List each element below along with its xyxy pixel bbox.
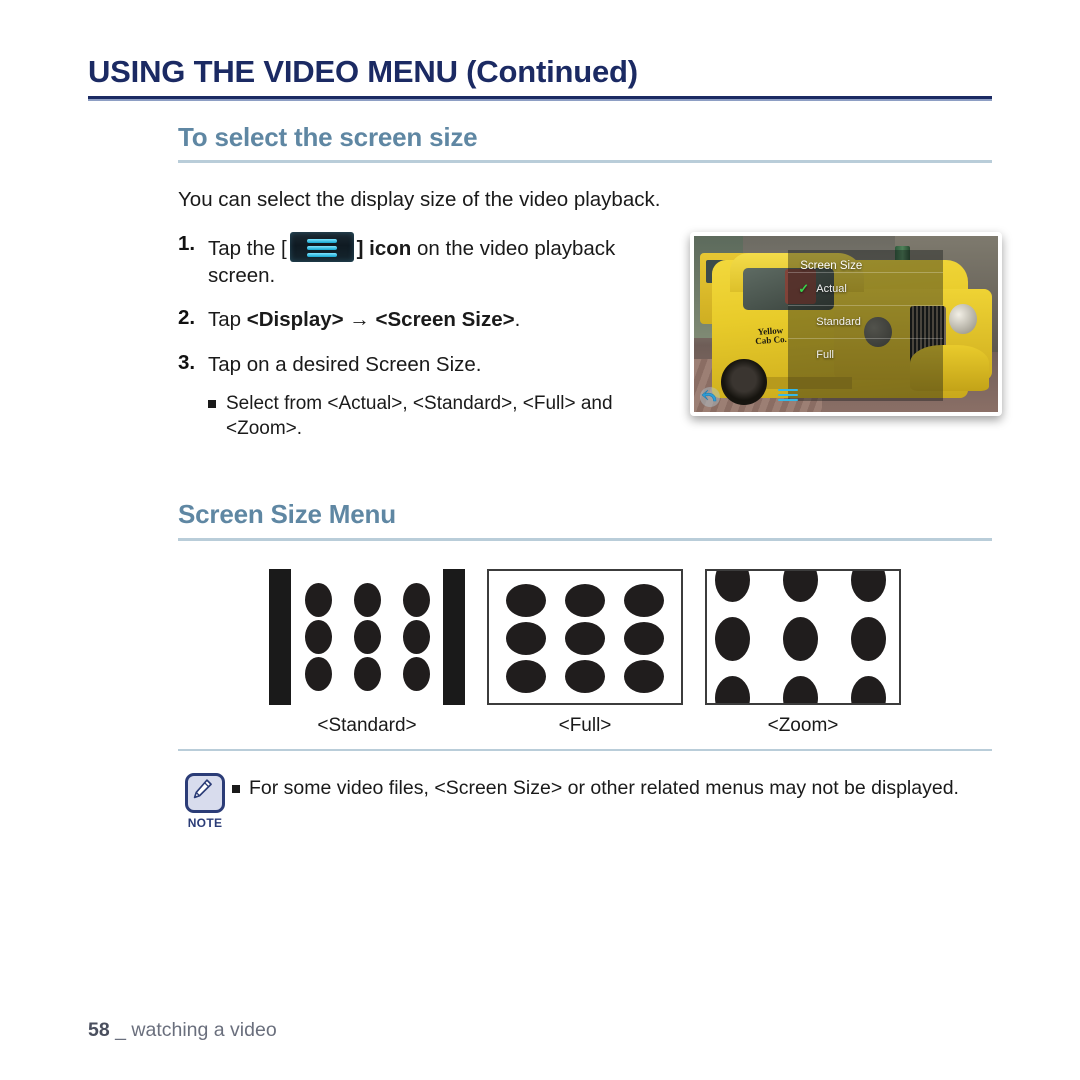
screen-size-menu-rule [178, 537, 992, 541]
section-rule [178, 160, 992, 164]
section-heading-block: To select the screen size [178, 122, 992, 164]
diagram-zoom-frame [705, 568, 901, 705]
overlay-item-actual[interactable]: ✓ Actual [788, 271, 944, 305]
screen-size-menu-overlay[interactable]: Screen Size ✓ Actual Standard Full [788, 249, 944, 402]
menu-lines-icon [289, 231, 354, 262]
step-2-period: . [514, 308, 521, 332]
step-3-text: Tap on a desired Screen Size. [208, 352, 482, 376]
arrow-icon: → [349, 308, 370, 332]
overlay-item-full-label: Full [816, 348, 834, 361]
photo-taxi-wheel [721, 359, 767, 405]
step-1-text: Tap the [] icon on the video playback sc… [208, 231, 668, 290]
content-column: To select the screen size You can select… [178, 122, 1002, 830]
overlay-item-full[interactable]: Full [788, 337, 944, 371]
note-icon-group: NOTE [178, 771, 232, 830]
step-3-number: 3. [178, 350, 196, 374]
diagram-standard: <Standard> [269, 568, 465, 737]
step-3: 3. Tap on a desired Screen Size. [178, 351, 668, 378]
page-footer: 58 _ watching a video [88, 1019, 277, 1042]
page-title: USING THE VIDEO MENU (Continued) [88, 54, 638, 89]
step-1-text-before: Tap the [ [208, 236, 287, 260]
diagram-zoom: <Zoom> [705, 568, 901, 737]
note-label: NOTE [187, 815, 223, 830]
step-3-sub-bullet: Select from <Actual>, <Standard>, <Full>… [208, 391, 668, 442]
overlay-item-actual-label: Actual [816, 282, 847, 295]
note-block: NOTE For some video files, <Screen Size>… [178, 771, 992, 830]
overlay-title: Screen Size [800, 259, 863, 272]
chapter-header: USING THE VIDEO MENU (Continued) [88, 54, 992, 102]
menu-lines-icon[interactable] [778, 388, 798, 404]
title-rule-secondary [88, 99, 992, 102]
bullet-square-icon [232, 784, 240, 793]
diagram-zoom-label: <Zoom> [767, 714, 839, 736]
diagram-full-frame [487, 568, 683, 705]
note-body: For some video files, <Screen Size> or o… [232, 771, 959, 802]
step-2-number: 2. [178, 306, 196, 330]
step-1-text-after: ] icon [356, 236, 412, 260]
step-1: 1. Tap the [] icon on the video playback… [178, 231, 668, 290]
screen-size-menu-block: Screen Size Menu [178, 499, 992, 541]
step-2-menu-display: <Display> [246, 308, 344, 332]
steps-list: 1. Tap the [] icon on the video playback… [178, 231, 668, 442]
diagram-full-dots [489, 571, 681, 703]
photo-taxi-headlight-right [949, 304, 977, 335]
step-2-text: Tap <Display> → <Screen Size>. [208, 306, 520, 333]
step-2-menu-screen-size: <Screen Size> [375, 308, 515, 332]
back-arrow-icon[interactable] [699, 386, 725, 408]
screen-size-diagrams: <Standard> <Full> <Zoom> [178, 568, 992, 737]
note-text: For some video files, <Screen Size> or o… [249, 776, 959, 799]
diagrams-bottom-rule [178, 748, 992, 751]
photo-taxi-door-lettering: Yellow Cab Co. [754, 325, 787, 347]
diagram-standard-dots [269, 569, 465, 705]
overlay-item-standard[interactable]: Standard [788, 304, 944, 338]
footer-separator: _ [115, 1019, 126, 1041]
footer-label: watching a video [131, 1019, 277, 1041]
page-number: 58 [88, 1019, 110, 1041]
overlay-item-standard-label: Standard [816, 315, 861, 328]
diagram-full: <Full> [487, 568, 683, 737]
step-2: 2. Tap <Display> → <Screen Size>. [178, 306, 668, 333]
step-3-sub-bullet-text: Select from <Actual>, <Standard>, <Full>… [226, 392, 613, 440]
step-1-number: 1. [178, 231, 196, 255]
screen-size-menu-heading: Screen Size Menu [178, 499, 396, 530]
step-2-prefix: Tap [208, 308, 247, 332]
section-intro-text: You can select the display size of the v… [178, 188, 661, 212]
device-screenshot: Yellow Cab Co. Screen Size ✓ Actual Stan… [690, 231, 1002, 416]
diagram-standard-frame [269, 568, 465, 705]
section-heading: To select the screen size [178, 122, 478, 152]
diagram-standard-label: <Standard> [317, 714, 417, 736]
pen-note-icon [185, 772, 225, 813]
diagram-full-label: <Full> [558, 714, 612, 736]
steps-and-screenshot-row: 1. Tap the [] icon on the video playback… [178, 231, 1002, 442]
diagram-zoom-dots [707, 570, 899, 703]
bullet-square-icon [208, 399, 216, 408]
check-icon: ✓ [798, 280, 810, 296]
